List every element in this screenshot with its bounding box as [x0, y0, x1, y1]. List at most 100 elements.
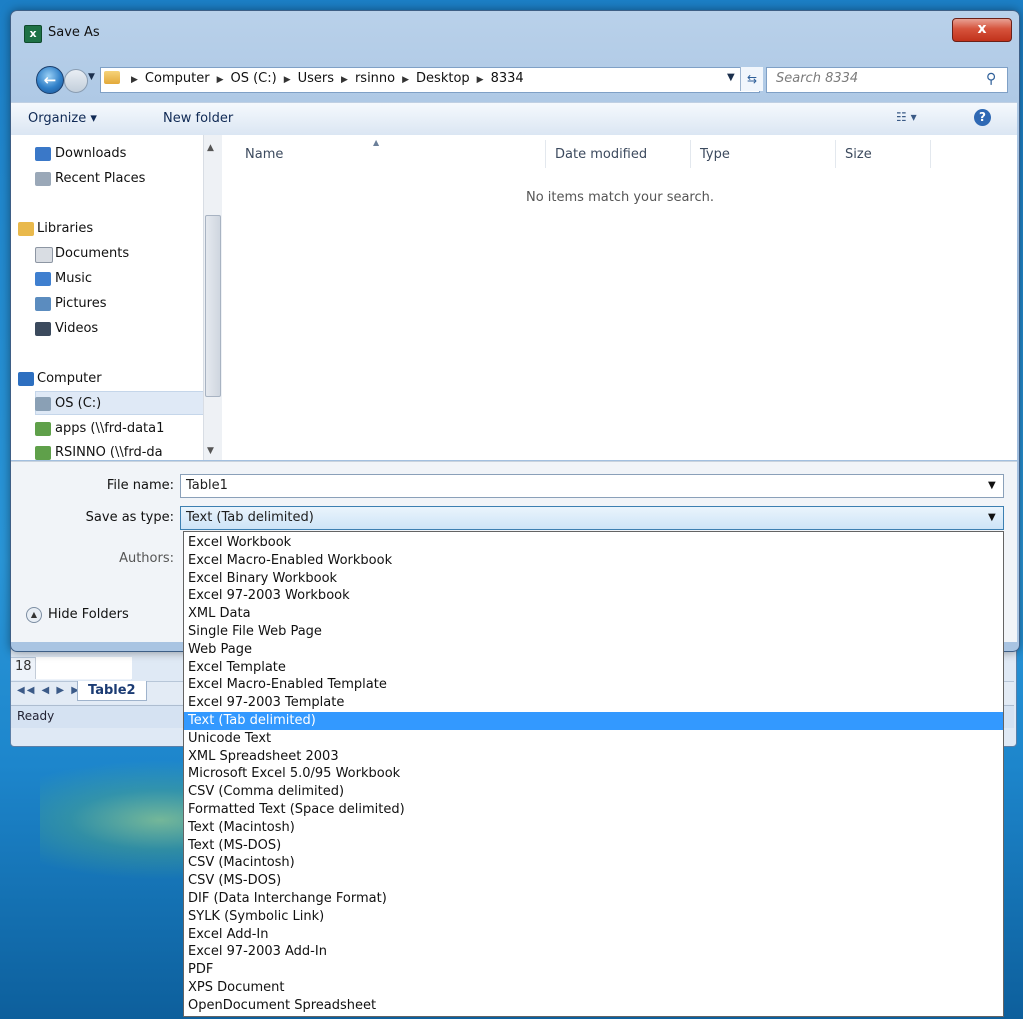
sidebar-item-recent-places[interactable]: Recent Places: [55, 171, 145, 186]
save-type-label: Save as type:: [85, 510, 174, 525]
excel-row-number: 18: [15, 659, 32, 674]
chevron-right-icon[interactable]: ▶: [477, 75, 484, 85]
breadcrumb-item[interactable]: rsinno: [355, 71, 395, 86]
chevron-right-icon[interactable]: ▶: [284, 75, 291, 85]
column-header-type[interactable]: Type: [700, 147, 730, 162]
back-button[interactable]: ←: [36, 66, 64, 94]
pictures-icon: [35, 297, 51, 311]
save-type-option[interactable]: Formatted Text (Space delimited): [184, 801, 1003, 819]
column-header-date-modified[interactable]: Date modified: [555, 147, 647, 162]
save-type-option[interactable]: Excel Macro-Enabled Workbook: [184, 552, 1003, 570]
column-divider[interactable]: [835, 140, 836, 168]
save-type-value[interactable]: Text (Tab delimited): [186, 510, 314, 525]
nav-scrollbar-thumb[interactable]: [205, 215, 221, 397]
sidebar-item-downloads[interactable]: Downloads: [55, 146, 126, 161]
save-type-option[interactable]: Microsoft Excel 5.0/95 Workbook: [184, 765, 1003, 783]
save-type-option[interactable]: Excel 97-2003 Add-In: [184, 943, 1003, 961]
help-icon[interactable]: ?: [974, 109, 991, 126]
save-type-option[interactable]: CSV (Macintosh): [184, 854, 1003, 872]
downloads-icon: [35, 147, 51, 161]
save-type-option[interactable]: SYLK (Symbolic Link): [184, 908, 1003, 926]
address-dropdown-icon[interactable]: ▼: [727, 72, 735, 83]
excel-app-icon: x: [24, 25, 42, 43]
save-type-option[interactable]: Text (MS-DOS): [184, 837, 1003, 855]
chevron-right-icon[interactable]: ▶: [402, 75, 409, 85]
scroll-down-icon[interactable]: ▼: [207, 446, 214, 456]
chevron-right-icon: ▶: [131, 75, 138, 85]
save-type-option[interactable]: DIF (Data Interchange Format): [184, 890, 1003, 908]
excel-cell[interactable]: [35, 657, 132, 679]
save-type-option[interactable]: CSV (MS-DOS): [184, 872, 1003, 890]
file-list[interactable]: [222, 135, 1017, 460]
recent-places-icon: [35, 172, 51, 186]
close-button[interactable]: x: [952, 18, 1012, 42]
sidebar-item-libraries[interactable]: Libraries: [37, 221, 93, 236]
chevron-right-icon[interactable]: ▶: [341, 75, 348, 85]
column-divider[interactable]: [930, 140, 931, 168]
save-type-option[interactable]: Excel Binary Workbook: [184, 570, 1003, 588]
breadcrumb-item[interactable]: 8334: [491, 71, 524, 86]
documents-icon: [35, 247, 53, 263]
save-type-option[interactable]: Excel 97-2003 Template: [184, 694, 1003, 712]
history-dropdown-icon[interactable]: ▼: [88, 72, 95, 82]
breadcrumb-item[interactable]: Users: [298, 71, 334, 86]
sidebar-item-pictures[interactable]: Pictures: [55, 296, 106, 311]
views-icon[interactable]: ☷ ▾: [896, 110, 917, 124]
sidebar-item-videos[interactable]: Videos: [55, 321, 98, 336]
save-type-option[interactable]: CSV (Comma delimited): [184, 783, 1003, 801]
sidebar-item-documents[interactable]: Documents: [55, 246, 129, 261]
empty-message: No items match your search.: [526, 190, 715, 205]
sidebar-item-computer[interactable]: Computer: [37, 371, 102, 386]
save-type-option[interactable]: XML Spreadsheet 2003: [184, 748, 1003, 766]
save-type-option[interactable]: Excel Template: [184, 659, 1003, 677]
chevron-right-icon[interactable]: ▶: [217, 75, 224, 85]
save-type-option[interactable]: Excel 97-2003 Workbook: [184, 587, 1003, 605]
save-type-option[interactable]: Single File Web Page: [184, 623, 1003, 641]
column-divider[interactable]: [690, 140, 691, 168]
column-header-name[interactable]: Name: [245, 147, 283, 162]
search-placeholder: Search 8334: [776, 71, 859, 86]
music-icon: [35, 272, 51, 286]
save-type-option[interactable]: XPS Document: [184, 979, 1003, 997]
save-type-option[interactable]: Web Page: [184, 641, 1003, 659]
sidebar-item-apps[interactable]: apps (\\frd-data1: [55, 421, 202, 436]
save-type-option[interactable]: Excel Workbook: [184, 534, 1003, 552]
column-divider[interactable]: [545, 140, 546, 168]
save-type-dropdown-list[interactable]: Excel Workbook Excel Macro-Enabled Workbo…: [183, 531, 1004, 1017]
save-type-dropdown-icon[interactable]: ▼: [988, 512, 996, 523]
file-name-value[interactable]: Table1: [186, 478, 228, 493]
file-name-input[interactable]: [180, 474, 1004, 498]
network-drive-icon: [35, 446, 51, 460]
forward-button[interactable]: [64, 69, 88, 93]
scroll-up-icon[interactable]: ▲: [207, 143, 214, 153]
chevron-up-icon[interactable]: ▲: [26, 607, 42, 623]
breadcrumb-item[interactable]: OS (C:): [230, 71, 276, 86]
breadcrumb-item[interactable]: Desktop: [416, 71, 470, 86]
refresh-icon: ⇆: [746, 72, 758, 86]
column-header-size[interactable]: Size: [845, 147, 872, 162]
network-drive-icon: [35, 422, 51, 436]
sidebar-item-rsinno[interactable]: RSINNO (\\frd-da: [55, 445, 202, 460]
file-name-dropdown-icon[interactable]: ▼: [988, 480, 996, 491]
save-type-option[interactable]: Text (Macintosh): [184, 819, 1003, 837]
sidebar-item-music[interactable]: Music: [55, 271, 92, 286]
save-type-option[interactable]: XML Data: [184, 605, 1003, 623]
save-type-option[interactable]: OpenDocument Spreadsheet: [184, 997, 1003, 1015]
new-folder-button[interactable]: New folder: [163, 111, 233, 126]
breadcrumb-item[interactable]: Computer: [145, 71, 210, 86]
save-type-option[interactable]: Text (Tab delimited): [184, 712, 1003, 730]
file-name-label: File name:: [106, 478, 174, 493]
sidebar-item-os-c[interactable]: OS (C:): [55, 396, 101, 411]
libraries-icon: [18, 222, 34, 236]
refresh-button[interactable]: ⇆: [740, 67, 763, 91]
save-type-option[interactable]: PDF: [184, 961, 1003, 979]
save-type-option[interactable]: Unicode Text: [184, 730, 1003, 748]
save-type-option[interactable]: Excel Add-In: [184, 926, 1003, 944]
organize-button[interactable]: Organize ▾: [28, 111, 97, 126]
save-type-option[interactable]: Excel Macro-Enabled Template: [184, 676, 1003, 694]
breadcrumb: ▶ Computer ▶ OS (C:) ▶ Users ▶ rsinno ▶ Desktop ▶ 8…: [124, 71, 524, 86]
command-bar: [11, 102, 1017, 136]
search-icon[interactable]: ⚲: [986, 71, 996, 87]
sheet-tab[interactable]: Table2: [77, 681, 147, 701]
hide-folders-button[interactable]: Hide Folders: [48, 607, 129, 622]
